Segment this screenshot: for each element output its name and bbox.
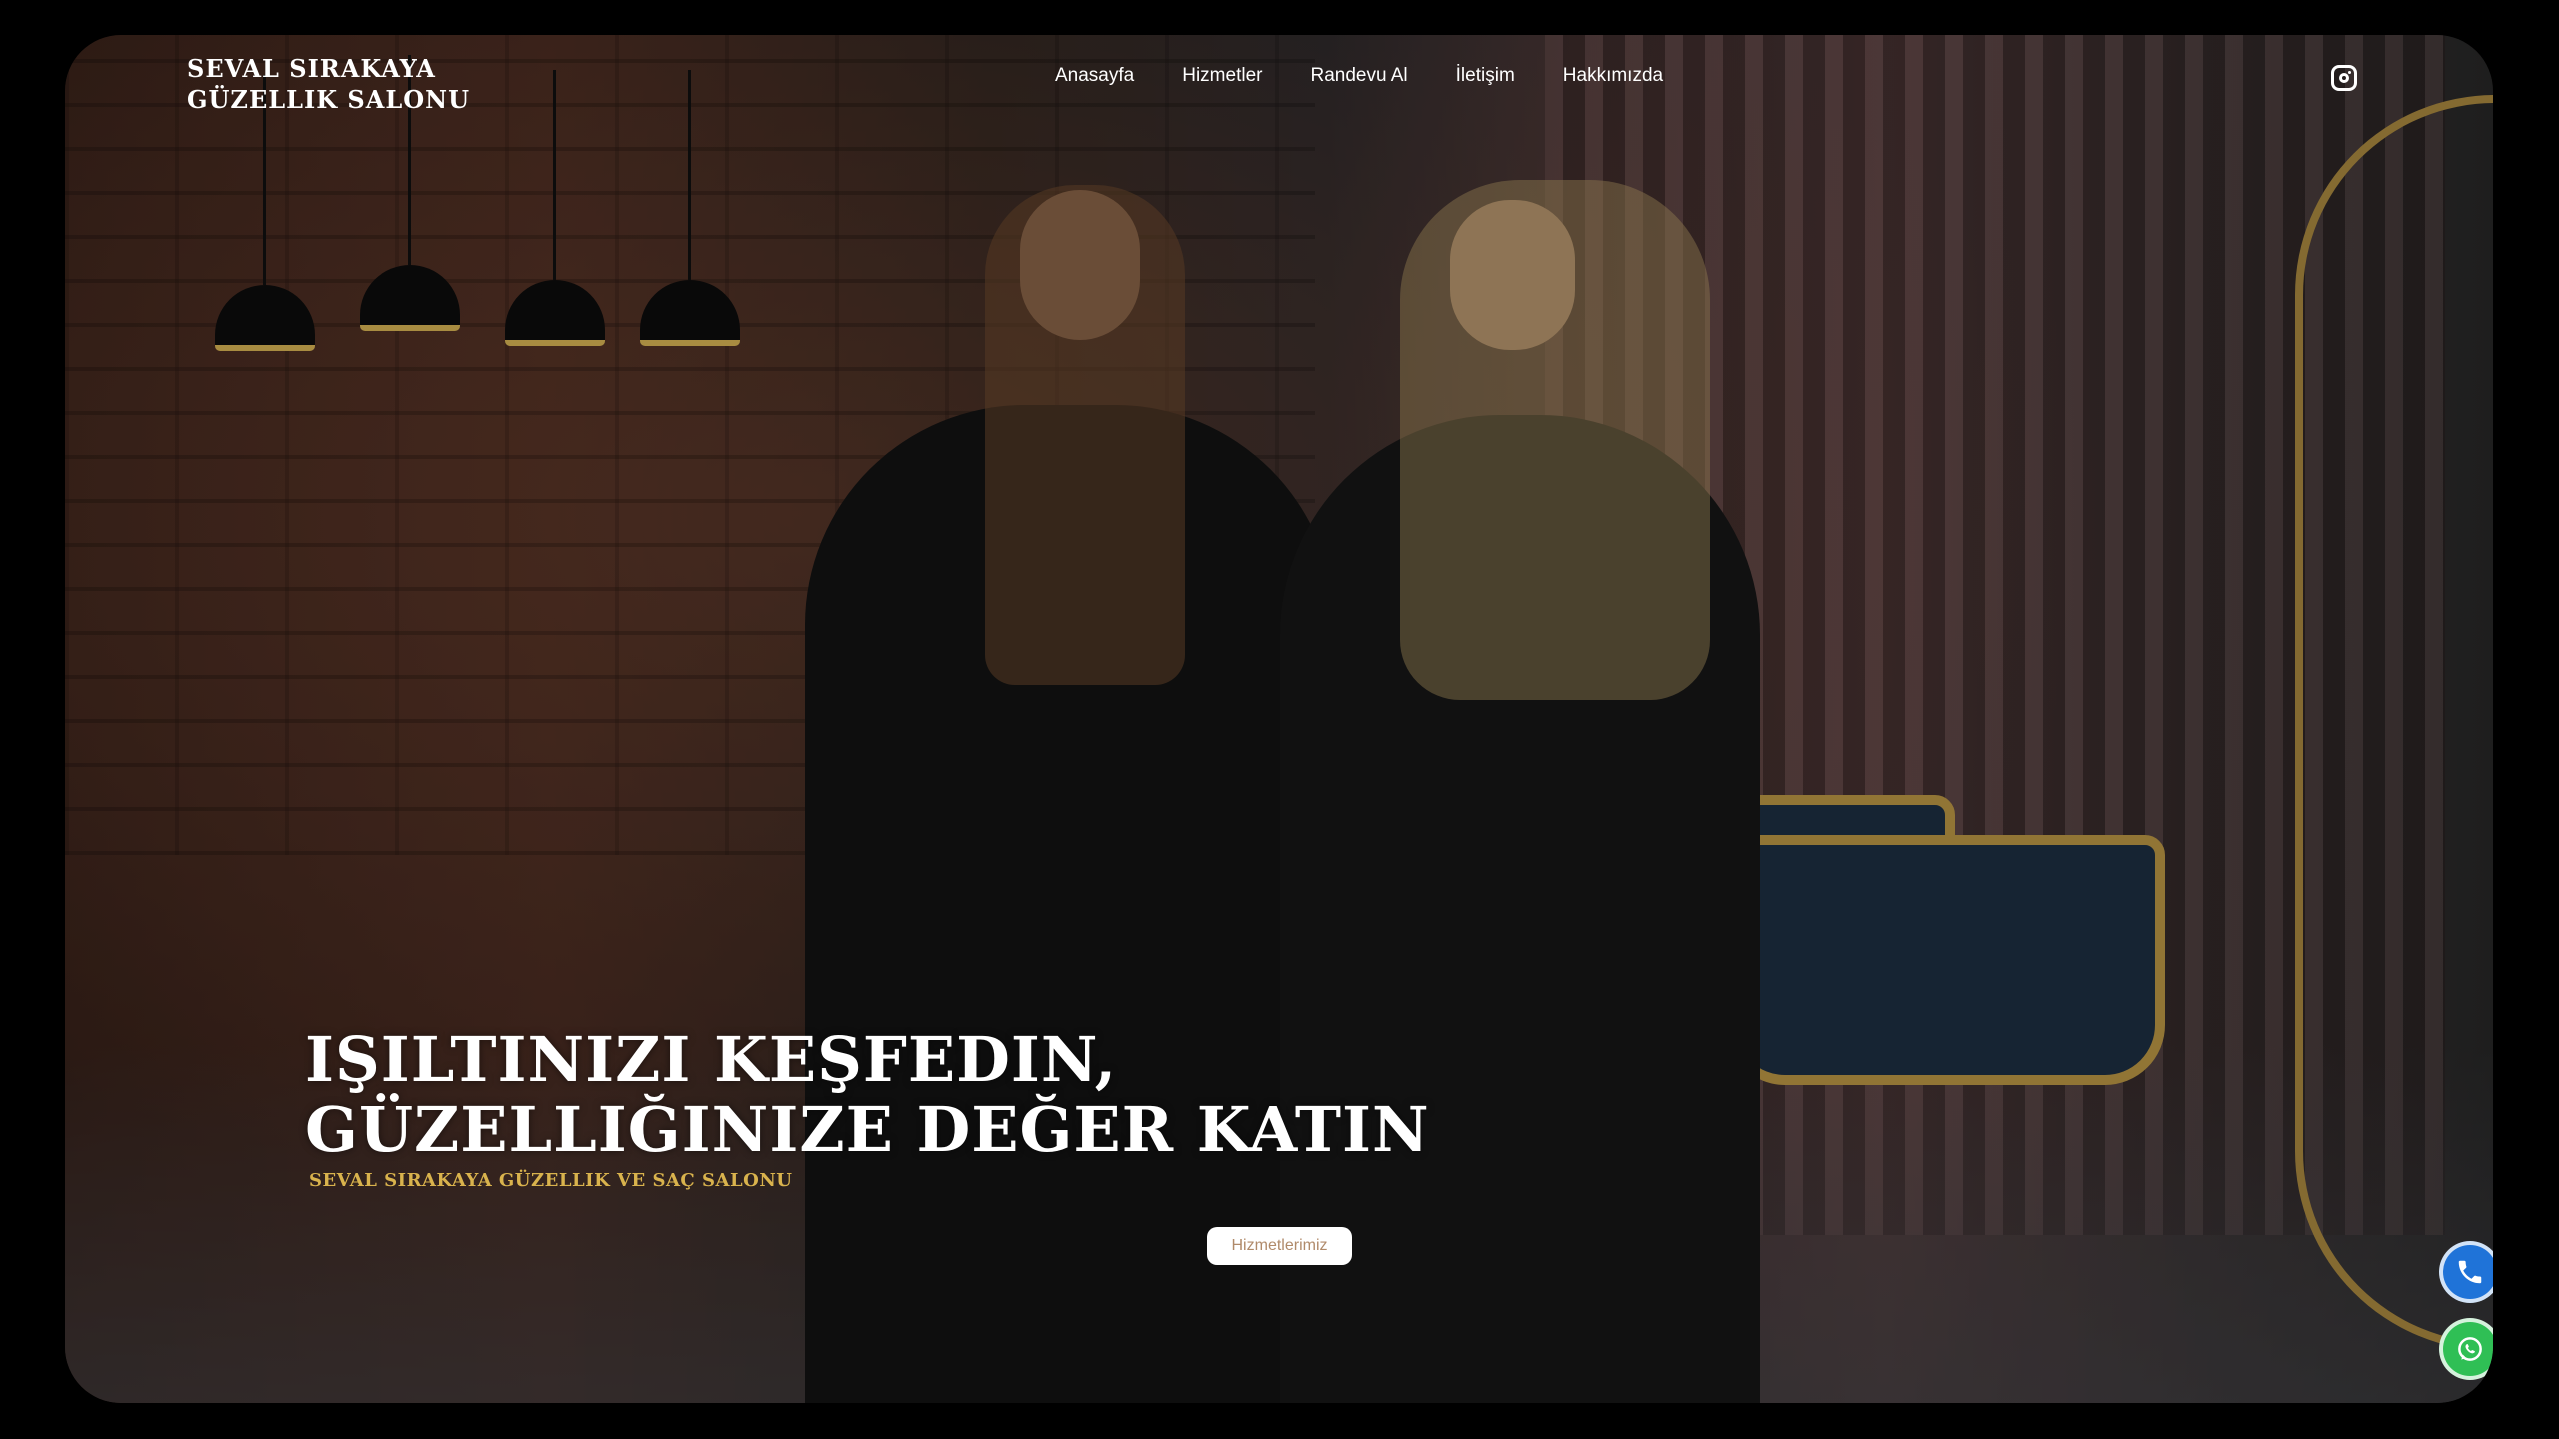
nav-item-anasayfa[interactable]: Anasayfa xyxy=(1055,65,1134,87)
nav-item-hakkimizda[interactable]: Hakkımızda xyxy=(1563,65,1663,87)
logo-line-2: GÜZELLIK SALONU xyxy=(187,85,471,114)
phone-button[interactable] xyxy=(2439,1241,2493,1303)
hero-title-line-2: GÜZELLIĞINIZE DEĞER KATIN xyxy=(305,1093,1430,1166)
services-button[interactable]: Hizmetlerimiz xyxy=(1207,1227,1352,1265)
brand-logo[interactable]: SEVAL SIRAKAYA GÜZELLIK SALONU xyxy=(187,53,470,115)
hero-title: IŞILTINIZI KEŞFEDIN, GÜZELLIĞINIZE DEĞER… xyxy=(305,1025,1430,1165)
dark-overlay xyxy=(65,35,2493,1403)
main-nav: Anasayfa Hizmetler Randevu Al İletişim H… xyxy=(1055,65,1663,87)
nav-item-hizmetler[interactable]: Hizmetler xyxy=(1182,65,1262,87)
whatsapp-icon xyxy=(2458,1337,2482,1361)
instagram-icon[interactable] xyxy=(2331,65,2357,91)
hero-title-line-1: IŞILTINIZI KEŞFEDIN, xyxy=(305,1023,1118,1096)
hero-section: SEVAL SIRAKAYA GÜZELLIK SALONU Anasayfa … xyxy=(65,35,2493,1403)
whatsapp-button[interactable] xyxy=(2439,1318,2493,1380)
nav-item-randevu-al[interactable]: Randevu Al xyxy=(1310,65,1407,87)
hero-subtitle: SEVAL SIRAKAYA GÜZELLIK VE SAÇ SALONU xyxy=(309,1170,793,1191)
logo-line-1: SEVAL SIRAKAYA xyxy=(187,54,436,83)
phone-icon xyxy=(2458,1260,2482,1284)
nav-item-iletisim[interactable]: İletişim xyxy=(1456,65,1515,87)
